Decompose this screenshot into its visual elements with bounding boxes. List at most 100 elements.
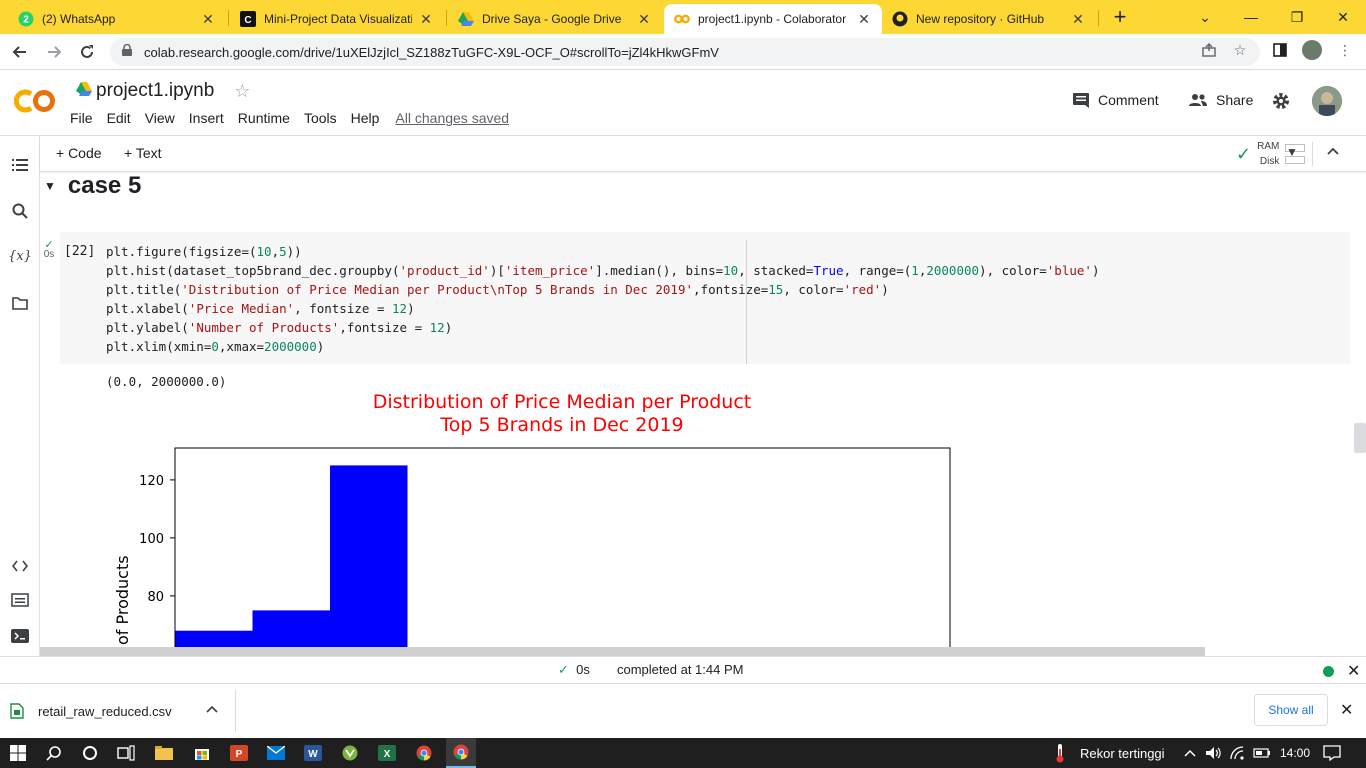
share-page-icon[interactable] (1200, 41, 1218, 59)
back-icon[interactable] (8, 40, 32, 64)
search-icon[interactable] (44, 743, 64, 763)
url-text: colab.research.google.com/drive/1uXElJzj… (144, 44, 719, 60)
settings-gear-icon[interactable] (1272, 92, 1298, 110)
share-button[interactable]: Share (1188, 92, 1253, 108)
reload-icon[interactable] (75, 40, 99, 64)
collapse-header-icon[interactable] (1326, 142, 1340, 167)
wifi-icon[interactable] (1228, 743, 1248, 763)
tab-title: New repository · GitHub (916, 12, 1045, 26)
battery-icon[interactable] (1252, 743, 1272, 763)
histogram-bar (330, 465, 408, 656)
variables-icon[interactable]: {x} (8, 244, 32, 268)
close-tab-icon[interactable]: ✕ (636, 11, 652, 28)
browser-menu-icon[interactable]: ⋮ (1336, 41, 1354, 59)
save-status[interactable]: All changes saved (395, 110, 509, 126)
restore-button[interactable]: ❐ (1274, 0, 1320, 34)
code-cell[interactable]: ✓ 0s [22] plt.figure(figsize=(10,5)) plt.… (44, 232, 1350, 364)
tab-whatsapp[interactable]: 2 (2) WhatsApp ✕ (8, 4, 226, 34)
forward-icon[interactable] (42, 40, 66, 64)
section-title: case 5 (67, 172, 142, 199)
tab-colab[interactable]: project1.ipynb - Colaborator ✕ (664, 4, 882, 34)
collapse-section-icon[interactable]: ▼ (44, 179, 56, 193)
task-view-icon[interactable] (116, 743, 136, 763)
close-tab-icon[interactable]: ✕ (1070, 11, 1086, 28)
tab-mini-project[interactable]: C Mini-Project Data Visualizatio ✕ (230, 4, 444, 34)
excel-icon[interactable]: X (377, 743, 397, 763)
download-shelf: retail_raw_reduced.csv Show all ✕ (0, 683, 1366, 738)
menu-tools[interactable]: Tools (304, 110, 337, 126)
store-icon[interactable] (192, 743, 212, 763)
star-icon[interactable]: ☆ (234, 81, 250, 102)
vertical-scrollbar-thumb[interactable] (1354, 423, 1366, 453)
tab-github[interactable]: New repository · GitHub ✕ (882, 4, 1096, 34)
section-heading: ▼ case 5 (44, 172, 141, 200)
bookmark-star-icon[interactable]: ☆ (1231, 41, 1249, 59)
search-icon[interactable] (8, 199, 32, 223)
cell-run-status[interactable]: ✓ 0s (40, 240, 58, 260)
tab-search-icon[interactable]: ⌄ (1182, 0, 1228, 34)
new-tab-button[interactable]: + (1108, 6, 1132, 30)
close-window-button[interactable]: ✕ (1320, 0, 1366, 34)
horizontal-scrollbar[interactable] (40, 647, 1205, 656)
svg-text:C: C (244, 15, 251, 26)
colab-logo[interactable] (13, 88, 56, 114)
menu-runtime[interactable]: Runtime (238, 110, 290, 126)
menu-view[interactable]: View (145, 110, 175, 126)
status-bar: ✓ 0s completed at 1:44 PM ✕ (0, 656, 1366, 683)
minimize-button[interactable]: — (1228, 0, 1274, 34)
chrome-icon[interactable] (414, 743, 434, 763)
profile-avatar-icon[interactable] (1302, 40, 1322, 60)
terminal-icon[interactable] (8, 624, 32, 648)
close-status-icon[interactable]: ✕ (1347, 661, 1360, 681)
menu-insert[interactable]: Insert (189, 110, 224, 126)
add-text-button[interactable]: + Text (124, 145, 162, 161)
cell-exec-time: 0s (43, 249, 55, 260)
close-tab-icon[interactable]: ✕ (856, 11, 872, 28)
menu-help[interactable]: Help (351, 110, 380, 126)
mail-icon[interactable] (266, 743, 286, 763)
code-snippets-icon[interactable] (8, 554, 32, 578)
tab-title: project1.ipynb - Colaborator (698, 12, 847, 26)
user-avatar[interactable] (1312, 86, 1342, 116)
side-panel-icon[interactable] (1271, 41, 1289, 59)
whatsapp-icon: 2 (18, 11, 34, 27)
show-all-button[interactable]: Show all (1254, 694, 1328, 726)
code-line: plt.xlabel('Price Median', fontsize = 12… (106, 301, 415, 316)
address-bar[interactable]: colab.research.google.com/drive/1uXElJzj… (110, 38, 1260, 66)
folder-icon[interactable] (8, 291, 32, 315)
word-icon[interactable]: W (303, 743, 323, 763)
comment-button[interactable]: Comment (1072, 92, 1159, 108)
close-tab-icon[interactable]: ✕ (200, 11, 216, 28)
weather-text[interactable]: Rekor tertinggi (1080, 746, 1165, 761)
chevron-up-icon[interactable] (1180, 743, 1200, 763)
table-of-contents-icon[interactable] (8, 153, 32, 177)
add-code-button[interactable]: + Code (56, 145, 102, 161)
notebook-name[interactable]: project1.ipynb (96, 80, 214, 102)
windows-start-icon[interactable] (8, 743, 28, 763)
powerpoint-icon[interactable]: P (229, 743, 249, 763)
people-icon (1189, 94, 1207, 106)
check-icon: ✓ (558, 662, 569, 677)
close-shelf-icon[interactable]: ✕ (1340, 700, 1353, 720)
speaker-icon[interactable] (1204, 743, 1224, 763)
csv-file-icon (10, 703, 24, 719)
notifications-icon[interactable] (1322, 743, 1342, 763)
chevron-up-icon[interactable] (206, 702, 218, 716)
download-item[interactable]: retail_raw_reduced.csv (10, 690, 236, 732)
menu-file[interactable]: File (70, 110, 93, 126)
vpn-app-icon[interactable] (340, 743, 360, 763)
menu-edit[interactable]: Edit (107, 110, 131, 126)
histogram-chart: Distribution of Price Median per Product… (113, 392, 951, 656)
connection-status-dot (1323, 666, 1334, 677)
svg-text:2: 2 (23, 15, 29, 26)
command-palette-icon[interactable] (8, 588, 32, 612)
cortana-icon[interactable] (80, 743, 100, 763)
status-time-value: 0s (576, 662, 590, 677)
clock[interactable]: 14:00 (1280, 746, 1310, 760)
tab-google-drive[interactable]: Drive Saya - Google Drive ✕ (448, 4, 662, 34)
close-tab-icon[interactable]: ✕ (418, 11, 434, 28)
chrome-active-window-icon[interactable] (446, 738, 476, 768)
file-explorer-icon[interactable] (154, 743, 174, 763)
code-editor[interactable]: plt.figure(figsize=(10,5)) plt.hist(datas… (106, 242, 1099, 356)
runtime-dropdown-icon[interactable]: ▼ (1286, 145, 1298, 159)
